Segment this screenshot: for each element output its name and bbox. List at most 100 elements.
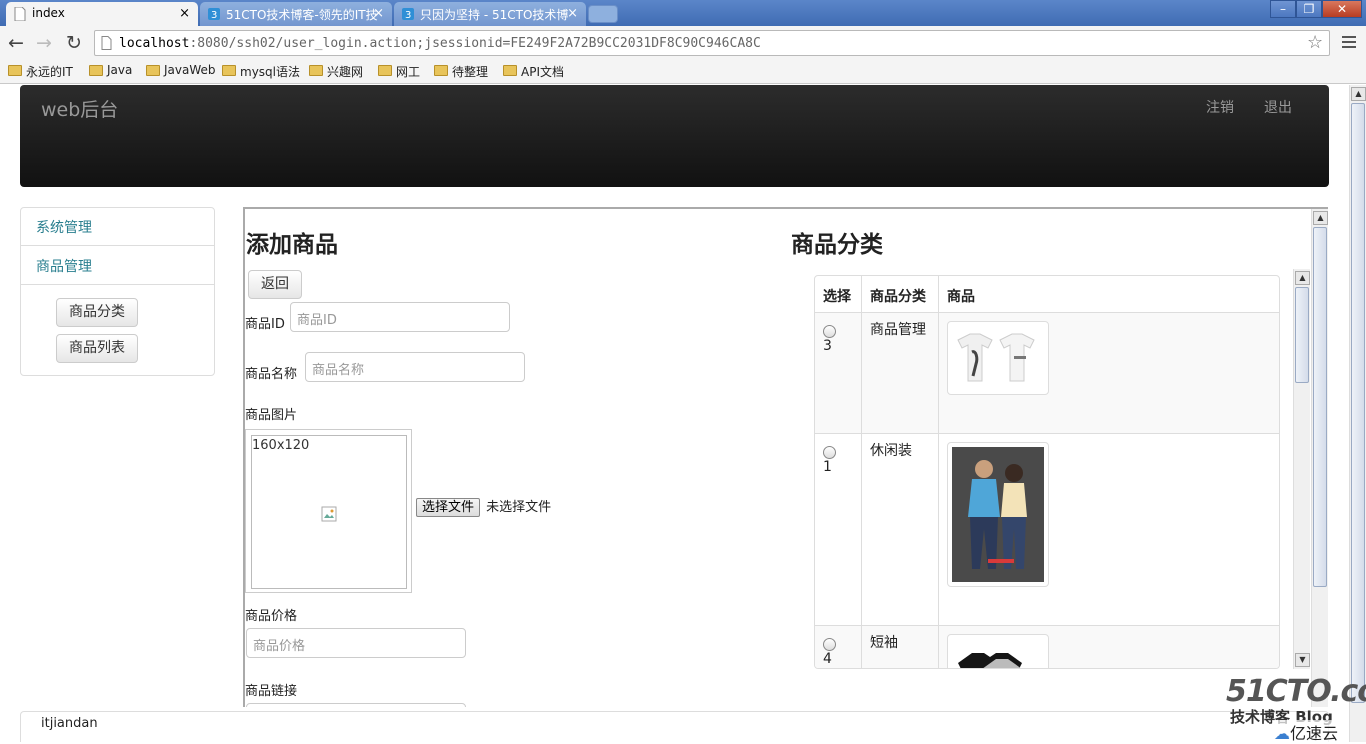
close-window-button[interactable]: ✕ bbox=[1322, 0, 1362, 18]
footer-text: itjiandan bbox=[41, 716, 98, 731]
file-status: 未选择文件 bbox=[486, 500, 552, 515]
address-bar[interactable]: localhost:8080/ssh02/user_login.action;j… bbox=[94, 30, 1330, 56]
maximize-button[interactable]: ❐ bbox=[1296, 0, 1322, 18]
url-host: localhost bbox=[119, 36, 190, 51]
product-thumbnail[interactable] bbox=[947, 634, 1049, 668]
back-arrow-icon[interactable]: ← bbox=[8, 32, 24, 54]
sidebar-item-system[interactable]: 系统管理 bbox=[21, 208, 214, 246]
new-tab-button[interactable] bbox=[588, 5, 618, 23]
tab-strip: index × 3 51CTO技术博客-领先的IT技 × 3 只因为坚持 - 5… bbox=[0, 0, 1366, 26]
page-icon bbox=[101, 36, 112, 50]
folder-icon bbox=[503, 65, 517, 76]
bookmark-folder[interactable]: mysql语法 bbox=[222, 63, 300, 80]
bookmark-folder[interactable]: 永远的IT bbox=[8, 63, 73, 80]
casual-wear-image bbox=[952, 447, 1044, 582]
tab-blog[interactable]: 3 只因为坚持 - 51CTO技术博 × bbox=[394, 2, 586, 26]
table-row-select: 3 bbox=[815, 312, 862, 434]
scroll-down-icon[interactable]: ▼ bbox=[1295, 653, 1310, 667]
category-name: 商品管理 bbox=[861, 312, 939, 434]
bookmark-label: 网工 bbox=[396, 65, 421, 79]
scroll-thumb[interactable] bbox=[1351, 103, 1365, 703]
product-thumbnail[interactable] bbox=[947, 321, 1049, 395]
folder-icon bbox=[146, 65, 160, 76]
scroll-up-icon[interactable]: ▲ bbox=[1313, 211, 1328, 225]
top-navbar: web后台 注销 退出 bbox=[20, 85, 1329, 187]
image-preview: 160x120 bbox=[251, 435, 407, 589]
table-scrollbar[interactable]: ▲ ▼ bbox=[1293, 269, 1310, 669]
menu-icon[interactable] bbox=[1342, 36, 1356, 48]
browser-toolbar: ← → ↻ localhost:8080/ssh02/user_login.ac… bbox=[0, 26, 1366, 60]
tab-close-icon[interactable]: × bbox=[179, 6, 190, 21]
product-link-label: 商品链接 bbox=[245, 684, 298, 699]
folder-icon bbox=[309, 65, 323, 76]
tab-index[interactable]: index × bbox=[6, 2, 198, 26]
choose-file-button[interactable]: 选择文件 bbox=[416, 498, 481, 517]
product-thumbnail[interactable] bbox=[947, 442, 1049, 587]
product-id-input[interactable]: 商品ID bbox=[290, 302, 510, 332]
watermark-text: 51CTO.com bbox=[1226, 674, 1366, 709]
url-text: localhost:8080/ssh02/user_login.action;j… bbox=[119, 36, 761, 51]
sidebar: 系统管理 商品管理 商品分类 商品列表 bbox=[20, 207, 215, 376]
product-name-input[interactable]: 商品名称 bbox=[305, 352, 525, 382]
scroll-up-icon[interactable]: ▲ bbox=[1351, 87, 1366, 101]
bookmarks-bar: 永远的IT Java JavaWeb mysql语法 兴趣网 网工 待整理 AP… bbox=[0, 60, 1366, 84]
tab-title: index bbox=[32, 6, 65, 20]
cloud-icon: ☁ bbox=[1274, 724, 1290, 743]
forward-arrow-icon[interactable]: → bbox=[36, 32, 52, 54]
category-table: 选择 商品分类 商品 3 商品管理 1 休闲装 4 短袖 bbox=[814, 275, 1280, 669]
page-scrollbar[interactable]: ▲ bbox=[1349, 85, 1366, 742]
product-link-input[interactable] bbox=[246, 703, 466, 707]
bookmark-folder[interactable]: 网工 bbox=[378, 63, 420, 80]
bookmark-label: mysql语法 bbox=[240, 65, 300, 79]
minimize-button[interactable]: – bbox=[1270, 0, 1296, 18]
scroll-thumb[interactable] bbox=[1313, 227, 1327, 587]
footer: itjiandan bbox=[20, 711, 1329, 742]
tab-51cto[interactable]: 3 51CTO技术博客-领先的IT技 × bbox=[200, 2, 392, 26]
bookmark-folder[interactable]: 兴趣网 bbox=[309, 63, 363, 80]
bookmark-folder[interactable]: 待整理 bbox=[434, 63, 488, 80]
folder-icon bbox=[434, 65, 448, 76]
folder-icon bbox=[8, 65, 22, 76]
row-radio[interactable] bbox=[823, 325, 836, 338]
scroll-thumb[interactable] bbox=[1295, 287, 1309, 383]
reload-icon[interactable]: ↻ bbox=[66, 32, 82, 54]
bookmark-folder[interactable]: API文档 bbox=[503, 63, 564, 80]
page-icon bbox=[14, 7, 26, 21]
category-image-cell bbox=[938, 433, 1279, 626]
tab-close-icon[interactable]: × bbox=[373, 6, 384, 21]
bookmark-folder[interactable]: JavaWeb bbox=[146, 63, 216, 77]
product-id-label: 商品ID bbox=[245, 317, 285, 332]
svg-text:3: 3 bbox=[211, 10, 217, 21]
frame-scrollbar[interactable]: ▲ bbox=[1311, 209, 1328, 707]
product-name-label: 商品名称 bbox=[245, 367, 298, 382]
category-button[interactable]: 商品分类 bbox=[56, 298, 138, 327]
category-image-cell bbox=[938, 312, 1279, 434]
content-frame: 添加商品 返回 商品ID 商品ID 商品名称 商品名称 商品图片 160x120… bbox=[243, 207, 1328, 707]
exit-link[interactable]: 退出 bbox=[1264, 97, 1292, 117]
sidebar-item-products[interactable]: 商品管理 bbox=[21, 247, 214, 285]
image-preview-frame: 160x120 bbox=[245, 429, 412, 593]
row-radio[interactable] bbox=[823, 638, 836, 651]
tab-title: 只因为坚持 - 51CTO技术博 bbox=[420, 8, 569, 22]
form-title: 添加商品 bbox=[246, 231, 338, 258]
scroll-up-icon[interactable]: ▲ bbox=[1295, 271, 1310, 285]
tab-close-icon[interactable]: × bbox=[567, 6, 578, 21]
back-button[interactable]: 返回 bbox=[248, 270, 302, 299]
bookmark-star-icon[interactable]: ☆ bbox=[1307, 32, 1323, 53]
row-radio[interactable] bbox=[823, 446, 836, 459]
tshirt-image bbox=[952, 326, 1044, 390]
product-price-label: 商品价格 bbox=[245, 609, 298, 624]
folder-icon bbox=[222, 65, 236, 76]
column-header: 选择 bbox=[815, 276, 862, 313]
product-list-button[interactable]: 商品列表 bbox=[56, 334, 138, 363]
file-chooser: 选择文件 未选择文件 bbox=[416, 496, 552, 517]
brand[interactable]: web后台 bbox=[41, 95, 118, 122]
site-51cto-icon: 3 bbox=[208, 8, 220, 21]
bookmark-label: 待整理 bbox=[452, 65, 489, 79]
folder-icon bbox=[378, 65, 392, 76]
product-price-input[interactable]: 商品价格 bbox=[246, 628, 466, 658]
logout-cancel-link[interactable]: 注销 bbox=[1206, 97, 1234, 117]
bookmark-folder[interactable]: Java bbox=[89, 63, 132, 77]
column-header: 商品分类 bbox=[861, 276, 939, 313]
image-size-text: 160x120 bbox=[252, 438, 310, 453]
